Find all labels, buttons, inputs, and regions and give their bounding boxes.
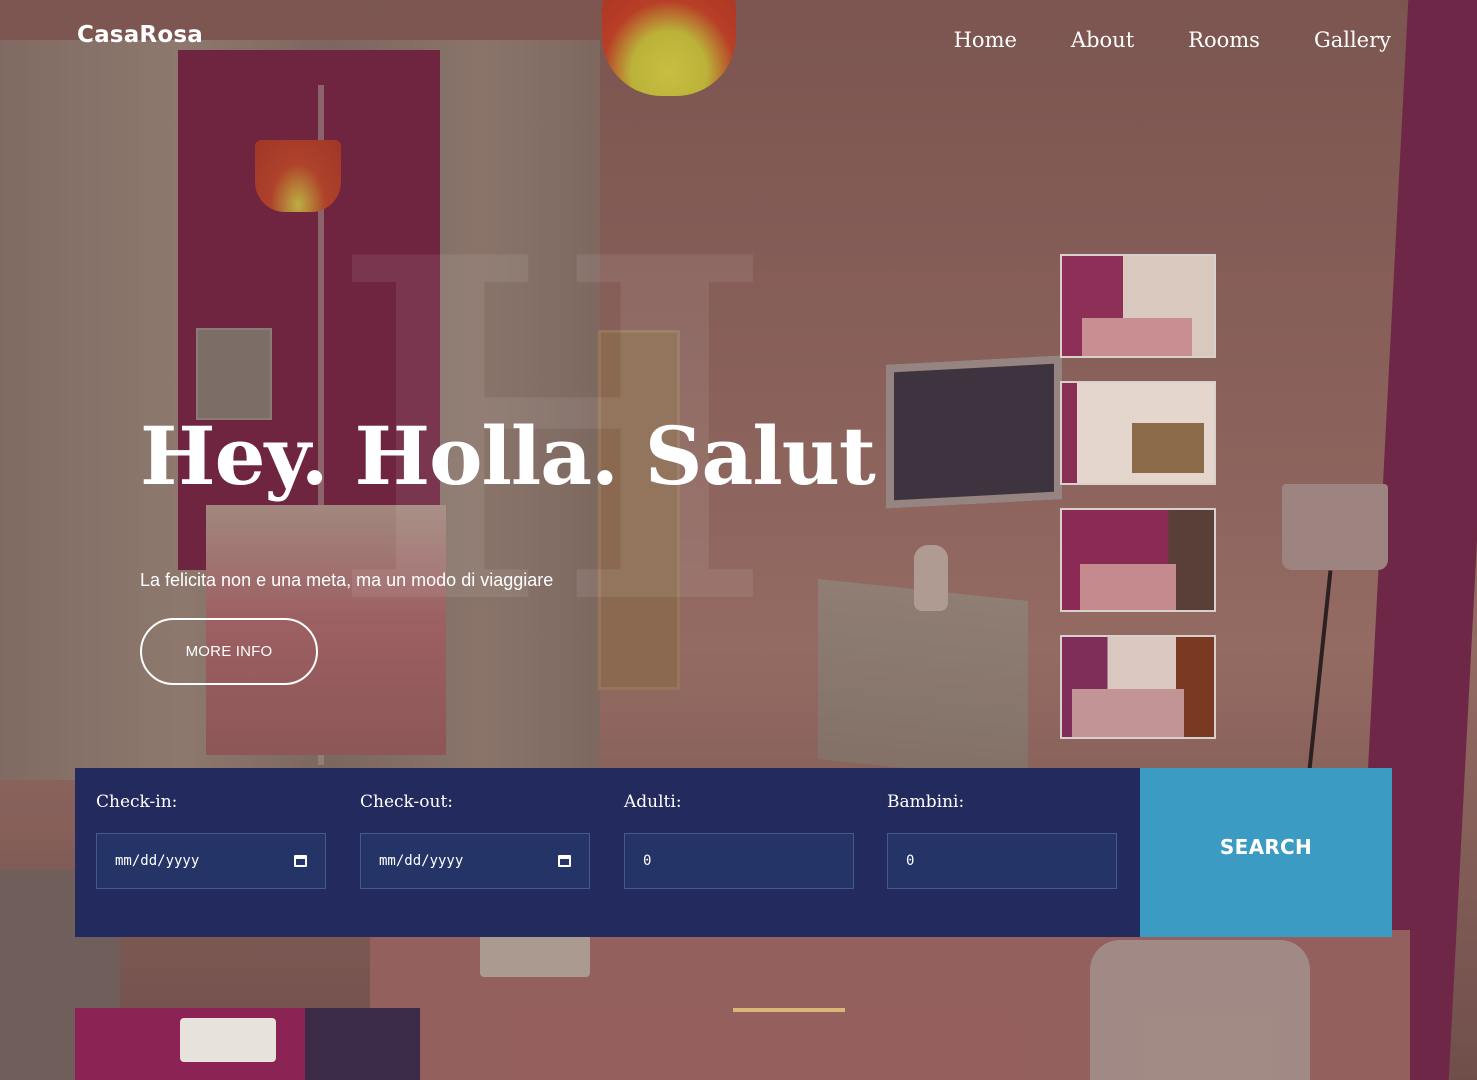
hero-title: Hey. Holla. Salut	[140, 409, 876, 503]
hero-subtitle: La felicita non e una meta, ma un modo d…	[140, 570, 554, 590]
checkout-input[interactable]: mm/dd/yyyy	[360, 833, 590, 889]
children-field: Bambini: 0	[887, 792, 1117, 889]
adults-label: Adulti:	[624, 792, 682, 812]
nav-home[interactable]: Home	[954, 28, 1017, 52]
main-nav: Home About Rooms Gallery	[954, 28, 1391, 52]
section-divider	[733, 1008, 845, 1012]
brand-logo[interactable]: CasaRosa	[77, 22, 203, 48]
checkin-input[interactable]: mm/dd/yyyy	[96, 833, 326, 889]
adults-value: 0	[643, 853, 652, 869]
calendar-icon[interactable]	[558, 855, 571, 867]
nav-about[interactable]: About	[1071, 28, 1134, 52]
children-input[interactable]: 0	[887, 833, 1117, 889]
nav-rooms[interactable]: Rooms	[1188, 28, 1260, 52]
checkout-label: Check-out:	[360, 792, 454, 812]
checkin-label: Check-in:	[96, 792, 178, 812]
thumbnail-strip	[1060, 254, 1216, 762]
room-thumbnail-3[interactable]	[1060, 508, 1216, 612]
more-info-button[interactable]: MORE INFO	[140, 618, 318, 685]
room-thumbnail-4[interactable]	[1060, 635, 1216, 739]
calendar-icon[interactable]	[294, 855, 307, 867]
adults-field: Adulti: 0	[624, 792, 854, 889]
checkin-field: Check-in: mm/dd/yyyy	[96, 792, 326, 889]
room-thumbnail-1[interactable]	[1060, 254, 1216, 358]
search-button[interactable]: SEARCH	[1140, 768, 1392, 937]
nav-gallery[interactable]: Gallery	[1314, 28, 1391, 52]
checkin-value: mm/dd/yyyy	[115, 853, 200, 869]
room-thumbnail-2[interactable]	[1060, 381, 1216, 485]
checkout-value: mm/dd/yyyy	[379, 853, 464, 869]
booking-form: Check-in: mm/dd/yyyy Check-out: mm/dd/yy…	[75, 768, 1140, 937]
children-label: Bambini:	[887, 792, 965, 812]
about-section-photo	[75, 1008, 420, 1080]
adults-input[interactable]: 0	[624, 833, 854, 889]
children-value: 0	[906, 853, 915, 869]
checkout-field: Check-out: mm/dd/yyyy	[360, 792, 590, 889]
